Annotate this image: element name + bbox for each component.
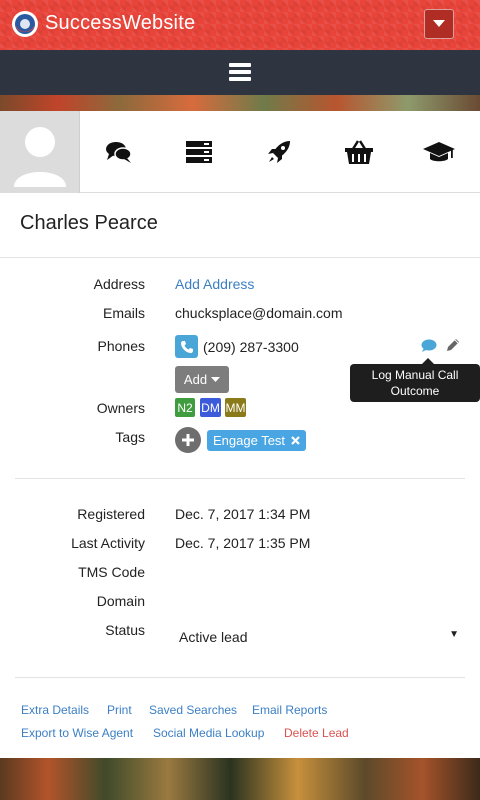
- export-wise-agent-link[interactable]: Export to Wise Agent: [21, 726, 133, 740]
- phones-label: Phones: [97, 338, 145, 354]
- tooltip: Log Manual Call Outcome: [350, 358, 480, 402]
- basket-icon[interactable]: [343, 136, 375, 168]
- tag-label: Engage Test: [213, 433, 286, 448]
- owner-badge-dm[interactable]: DM: [200, 398, 221, 417]
- registered-value: Dec. 7, 2017 1:34 PM: [175, 506, 311, 522]
- logo-icon[interactable]: [10, 9, 40, 39]
- status-select[interactable]: Active lead ▼: [175, 626, 465, 648]
- divider: [15, 677, 465, 678]
- social-media-lookup-link[interactable]: Social Media Lookup: [153, 726, 264, 740]
- add-tag-button[interactable]: [175, 427, 201, 453]
- server-icon[interactable]: [183, 136, 215, 168]
- phone-icon[interactable]: [175, 335, 198, 358]
- tms-code-label: TMS Code: [78, 564, 145, 580]
- brand-title[interactable]: SuccessWebsite: [45, 12, 195, 35]
- owner-badge-n2[interactable]: N2: [175, 398, 195, 417]
- divider: [15, 478, 465, 479]
- chat-icon[interactable]: [103, 136, 135, 168]
- address-label: Address: [93, 276, 145, 292]
- status-value: Active lead: [179, 629, 248, 645]
- tag-chip[interactable]: Engage Test: [207, 430, 307, 451]
- domain-label: Domain: [96, 593, 145, 609]
- emails-label: Emails: [102, 305, 145, 321]
- pencil-icon[interactable]: [446, 338, 460, 352]
- banner-image-top: [0, 95, 480, 111]
- rocket-icon[interactable]: [263, 136, 295, 168]
- last-activity-value: Dec. 7, 2017 1:35 PM: [175, 535, 311, 551]
- hamburger-icon[interactable]: [229, 63, 251, 81]
- email-value[interactable]: chucksplace@domain.com: [175, 305, 343, 321]
- saved-searches-link[interactable]: Saved Searches: [149, 703, 237, 717]
- email-reports-link[interactable]: Email Reports: [252, 703, 327, 717]
- caret-down-icon: [211, 376, 221, 382]
- owners-label: Owners: [96, 400, 145, 416]
- plus-icon: [182, 434, 194, 446]
- close-icon[interactable]: [291, 436, 300, 445]
- phone-value[interactable]: (209) 287-3300: [203, 339, 299, 355]
- tags-label: Tags: [115, 429, 145, 445]
- caret-down-icon: [433, 20, 445, 27]
- status-label: Status: [105, 622, 145, 638]
- add-phone-button[interactable]: Add: [175, 366, 229, 393]
- graduation-cap-icon[interactable]: [423, 136, 455, 168]
- divider: [0, 257, 480, 258]
- print-link[interactable]: Print: [107, 703, 132, 717]
- add-button-label: Add: [183, 372, 208, 387]
- extra-details-link[interactable]: Extra Details: [21, 703, 89, 717]
- last-activity-label: Last Activity: [71, 535, 145, 551]
- add-address-link[interactable]: Add Address: [175, 276, 254, 292]
- avatar-placeholder-icon: [14, 127, 66, 187]
- contact-name: Charles Pearce: [20, 212, 158, 234]
- avatar[interactable]: [0, 111, 80, 193]
- caret-down-icon: ▼: [449, 629, 459, 640]
- user-menu-button[interactable]: [424, 9, 454, 39]
- tooltip-line-2: Outcome: [390, 384, 440, 398]
- delete-lead-link[interactable]: Delete Lead: [284, 726, 349, 740]
- tooltip-line-1: Log Manual Call: [371, 368, 459, 382]
- banner-image-bottom: [0, 758, 480, 800]
- owner-badge-mm[interactable]: MM: [225, 398, 246, 417]
- comment-icon[interactable]: [421, 339, 437, 353]
- registered-label: Registered: [77, 506, 145, 522]
